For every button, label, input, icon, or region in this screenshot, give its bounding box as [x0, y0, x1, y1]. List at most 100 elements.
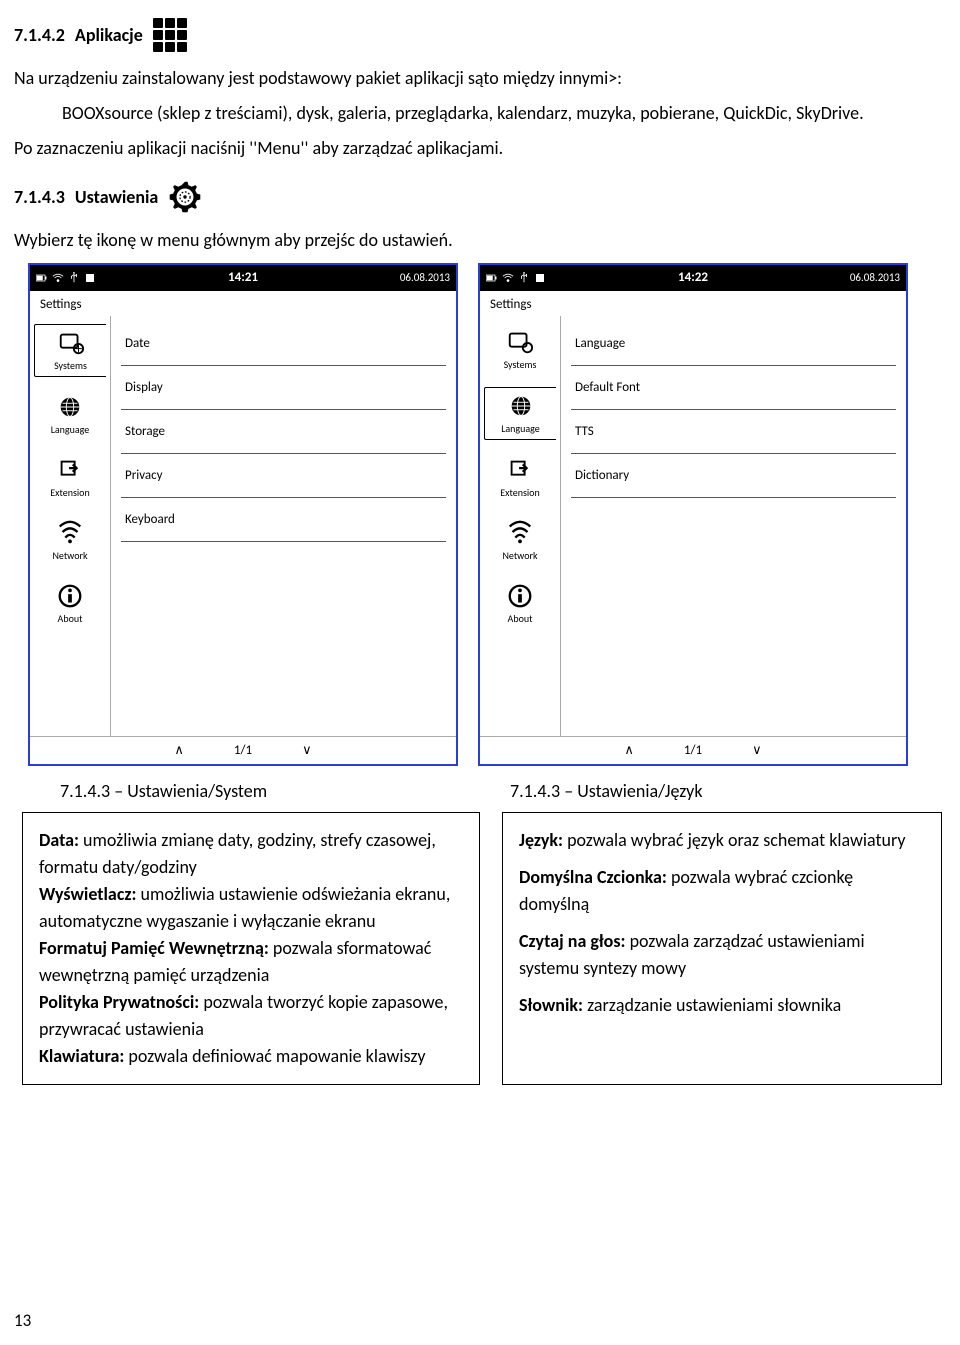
setting-privacy[interactable]: Privacy	[121, 454, 446, 498]
caption-right: 7.1.4.3 – Ustawienia/Język	[510, 780, 940, 802]
tab-extension[interactable]: Extension	[34, 452, 106, 503]
status-time: 14:21	[228, 270, 258, 285]
label-lang: Język:	[519, 829, 563, 851]
apps-note: Po zaznaczeniu aplikacji naciśnij ''Menu…	[14, 136, 946, 161]
tab-label: About	[508, 612, 533, 625]
tab-systems[interactable]: Systems	[484, 324, 556, 375]
status-icons-left	[486, 272, 546, 284]
tab-label: Language	[501, 422, 540, 435]
brightness-icon	[534, 272, 546, 284]
tab-language[interactable]: Language	[484, 387, 556, 440]
apps-intro: Na urządzeniu zainstalowany jest podstaw…	[14, 66, 946, 91]
label-display: Wyświetlacz:	[39, 883, 136, 905]
tab-label: Network	[502, 549, 537, 562]
chevron-down-icon[interactable]: ∨	[752, 743, 762, 758]
text-data: umożliwia zmianę daty, godziny, strefy c…	[39, 829, 436, 878]
status-date: 06.08.2013	[850, 271, 900, 284]
setting-dictionary[interactable]: Dictionary	[571, 454, 896, 498]
tab-network[interactable]: Network	[484, 515, 556, 566]
status-icons-left	[36, 272, 96, 284]
page-number: 13	[14, 1310, 31, 1331]
settings-header: Settings	[30, 291, 456, 316]
screenshot-systems: 14:21 06.08.2013 Settings Systems Langua…	[28, 263, 458, 766]
language-icon	[56, 393, 84, 421]
tab-label: Language	[51, 423, 90, 436]
label-font: Domyślna Czcionka:	[519, 866, 667, 888]
tab-about[interactable]: About	[34, 578, 106, 629]
label-keyboard: Klawiatura:	[39, 1045, 124, 1067]
status-bar: 14:21 06.08.2013	[30, 265, 456, 291]
caption-left: 7.1.4.3 – Ustawienia/System	[60, 780, 490, 802]
infobox-language: Język: pozwala wybrać język oraz schemat…	[502, 812, 942, 1085]
chevron-up-icon[interactable]: ∧	[624, 743, 634, 758]
screenshot-language: 14:22 06.08.2013 Settings Systems Langua…	[478, 263, 908, 766]
content-pane: Date Display Storage Privacy Keyboard	[110, 316, 456, 736]
wifi-icon	[502, 272, 514, 284]
wifi-icon	[52, 272, 64, 284]
about-icon	[56, 582, 84, 610]
apps-list: BOOXsource (sklep z treściami), dysk, ga…	[14, 101, 946, 126]
text-dict: zarządzanie ustawieniami słownika	[583, 994, 841, 1016]
chevron-up-icon[interactable]: ∧	[174, 743, 184, 758]
tab-label: Systems	[54, 359, 87, 372]
content-pane: Language Default Font TTS Dictionary	[560, 316, 906, 736]
setting-storage[interactable]: Storage	[121, 410, 446, 454]
label-privacy: Polityka Prywatności:	[39, 991, 199, 1013]
settings-desc: Wybierz tę ikonę w menu głównym aby prze…	[14, 228, 946, 253]
setting-display[interactable]: Display	[121, 366, 446, 410]
side-tabs: Systems Language Extension Network About	[30, 316, 110, 736]
tab-label: About	[58, 612, 83, 625]
setting-tts[interactable]: TTS	[571, 410, 896, 454]
heading-settings: 7.1.4.3 Ustawienia	[14, 180, 946, 214]
label-tts: Czytaj na głos:	[519, 930, 626, 952]
tab-label: Extension	[50, 486, 89, 499]
about-icon	[506, 582, 534, 610]
tab-extension[interactable]: Extension	[484, 452, 556, 503]
tab-label: Extension	[500, 486, 539, 499]
heading-number: 7.1.4.2	[14, 24, 65, 46]
label-data: Data:	[39, 829, 79, 851]
pager: ∧ 1/1 ∨	[30, 736, 456, 764]
side-tabs: Systems Language Extension Network About	[480, 316, 560, 736]
tab-network[interactable]: Network	[34, 515, 106, 566]
status-time: 14:22	[678, 270, 708, 285]
heading-number-2: 7.1.4.3	[14, 186, 65, 208]
tab-label: Network	[52, 549, 87, 562]
battery-icon	[36, 272, 48, 284]
usb-icon	[68, 272, 80, 284]
tab-about[interactable]: About	[484, 578, 556, 629]
text-keyboard: pozwala definiować mapowanie klawiszy	[124, 1045, 425, 1067]
text-lang: pozwala wybrać język oraz schemat klawia…	[563, 829, 906, 851]
infobox-system: Data: umożliwia zmianę daty, godziny, st…	[22, 812, 480, 1085]
gear-icon	[168, 180, 202, 214]
setting-default-font[interactable]: Default Font	[571, 366, 896, 410]
page-indicator: 1/1	[234, 743, 252, 758]
apps-grid-icon	[153, 18, 187, 52]
chevron-down-icon[interactable]: ∨	[302, 743, 312, 758]
tab-systems[interactable]: Systems	[34, 324, 106, 377]
label-format: Formatuj Pamięć Wewnętrzną:	[39, 937, 269, 959]
heading-title-2: Ustawienia	[75, 186, 158, 208]
status-date: 06.08.2013	[400, 271, 450, 284]
network-icon	[56, 519, 84, 547]
battery-icon	[486, 272, 498, 284]
systems-icon	[57, 329, 85, 357]
extension-icon	[506, 456, 534, 484]
setting-date[interactable]: Date	[121, 322, 446, 366]
pager: ∧ 1/1 ∨	[480, 736, 906, 764]
extension-icon	[56, 456, 84, 484]
brightness-icon	[84, 272, 96, 284]
setting-language[interactable]: Language	[571, 322, 896, 366]
heading-title: Aplikacje	[75, 24, 143, 46]
tab-label: Systems	[504, 358, 537, 371]
settings-header: Settings	[480, 291, 906, 316]
setting-keyboard[interactable]: Keyboard	[121, 498, 446, 542]
page-indicator: 1/1	[684, 743, 702, 758]
heading-apps: 7.1.4.2 Aplikacje	[14, 18, 946, 52]
language-icon	[507, 392, 535, 420]
tab-language[interactable]: Language	[34, 389, 106, 440]
network-icon	[506, 519, 534, 547]
usb-icon	[518, 272, 530, 284]
status-bar: 14:22 06.08.2013	[480, 265, 906, 291]
label-dict: Słownik:	[519, 994, 583, 1016]
